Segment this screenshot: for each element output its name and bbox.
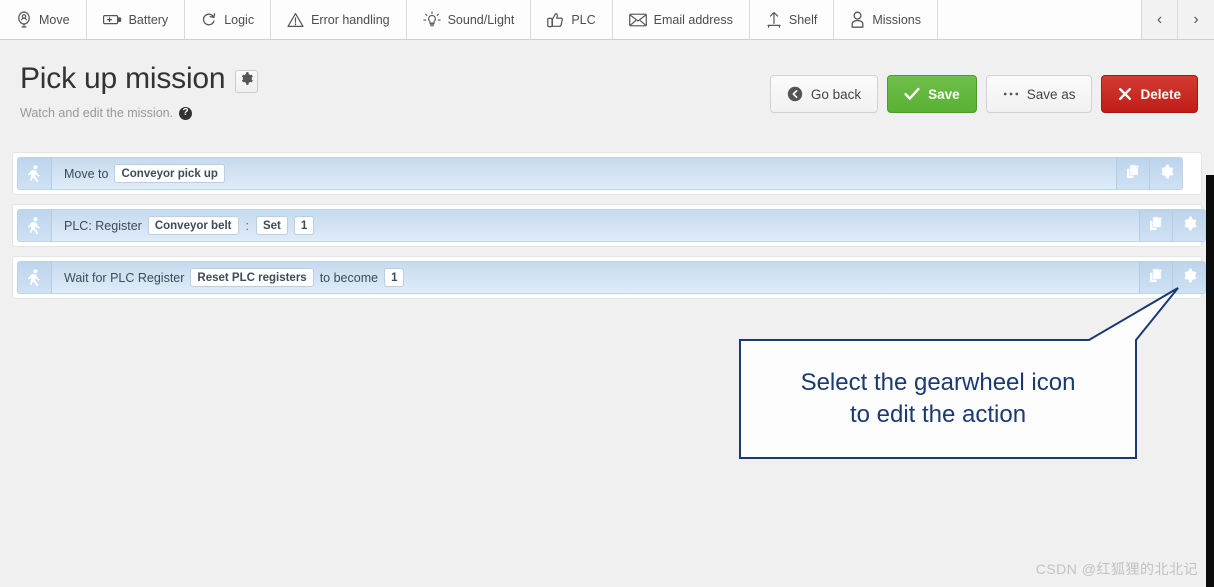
action-row[interactable]: PLC: Register Conveyor belt : Set 1 [17, 209, 1206, 242]
action-param-pill[interactable]: Conveyor pick up [114, 164, 225, 183]
action-item-container: Move to Conveyor pick up [12, 152, 1202, 195]
walking-person-icon [18, 158, 52, 189]
toolbar-item-error-handling[interactable]: Error handling [271, 0, 407, 39]
envelope-icon [628, 13, 647, 27]
back-arrow-icon [787, 86, 803, 102]
toolbar-spacer [937, 0, 1142, 39]
toolbar-item-label: Shelf [788, 12, 818, 27]
toolbar-item-battery[interactable]: Battery [86, 0, 186, 39]
edit-action-gear-button[interactable] [1172, 262, 1205, 293]
gear-icon [1159, 164, 1174, 184]
toolbar-item-label: Error handling [311, 12, 390, 27]
action-tools [1116, 158, 1182, 189]
action-row[interactable]: Wait for PLC Register Reset PLC register… [17, 261, 1206, 294]
gear-icon [1182, 268, 1197, 288]
page-title: Pick up mission [20, 62, 226, 95]
thumbs-up-icon [547, 12, 564, 28]
page-subtitle: Watch and edit the mission. ? [20, 106, 193, 120]
location-pin-person-icon [16, 11, 32, 28]
action-middle-text: to become [319, 270, 379, 285]
gear-icon [240, 72, 254, 90]
toolbar-item-label: PLC [571, 12, 596, 27]
action-tools [1139, 262, 1205, 293]
edit-action-gear-button[interactable] [1149, 158, 1182, 189]
duplicate-action-button[interactable] [1139, 262, 1172, 293]
action-value-pill[interactable]: 1 [384, 268, 405, 287]
title-wrapper: Pick up mission [20, 62, 259, 95]
toolbar-item-label: Battery [128, 12, 169, 27]
toolbar-item-label: Email address [653, 12, 733, 27]
action-row[interactable]: Move to Conveyor pick up [17, 157, 1183, 190]
action-prefix: PLC: Register [64, 218, 142, 233]
delete-button[interactable]: Delete [1101, 75, 1198, 113]
button-label: Go back [810, 86, 862, 102]
checkmark-icon [904, 87, 920, 101]
toolbar-item-missions[interactable]: Missions [834, 0, 938, 39]
action-item-container: PLC: Register Conveyor belt : Set 1 [12, 204, 1206, 247]
question-mark-icon[interactable]: ? [179, 106, 193, 120]
toolbar-item-email-address[interactable]: Email address [612, 0, 750, 39]
toolbar-item-move[interactable]: Move [0, 0, 87, 39]
gear-icon [1182, 216, 1197, 236]
right-scrollbar[interactable] [1206, 175, 1214, 587]
go-back-button[interactable]: Go back [769, 75, 879, 113]
toolbar-item-logic[interactable]: Logic [185, 0, 272, 39]
ellipsis-icon [1003, 91, 1019, 97]
watermark: CSDN @红狐狸的北北记 [1035, 561, 1198, 577]
toolbar-item-label: Move [39, 12, 70, 27]
toolbar-prev-button[interactable]: ‹ [1142, 0, 1178, 39]
callout-line-1: Select the gearwheel icon [800, 368, 1076, 396]
callout-line-2: to edit the action [849, 401, 1027, 428]
loop-arrow-icon [201, 12, 217, 28]
action-item-container: Wait for PLC Register Reset PLC register… [12, 256, 1206, 299]
duplicate-action-button[interactable] [1116, 158, 1149, 189]
edit-action-gear-button[interactable] [1172, 210, 1205, 241]
warning-triangle-icon [287, 12, 304, 28]
duplicate-action-button[interactable] [1139, 210, 1172, 241]
action-value-pill[interactable]: 1 [293, 216, 315, 235]
cross-icon [1118, 87, 1132, 101]
action-prefix: Move to [64, 166, 109, 181]
lightbulb-icon [422, 10, 441, 29]
action-tools [1139, 210, 1205, 241]
subtitle-text: Watch and edit the mission. [20, 106, 174, 120]
save-as-button[interactable]: Save as [985, 75, 1093, 113]
duplicate-icon [1126, 164, 1141, 184]
action-param-pill[interactable]: Conveyor belt [147, 216, 239, 235]
toolbar-item-label: Sound/Light [447, 12, 515, 27]
action-separator: : [245, 218, 249, 233]
toolbar-item-plc[interactable]: PLC [531, 0, 613, 39]
save-button[interactable]: Save [887, 75, 977, 113]
action-description: Wait for PLC Register Reset PLC register… [52, 262, 1139, 293]
upload-shelf-icon [766, 11, 782, 28]
button-label: Delete [1140, 86, 1181, 102]
walking-person-icon [18, 210, 52, 241]
action-prefix: Wait for PLC Register [64, 270, 185, 285]
toolbar-item-label: Logic [224, 12, 255, 27]
button-label: Save [928, 86, 960, 102]
action-param-pill[interactable]: Set [255, 216, 288, 235]
button-label: Save as [1026, 86, 1076, 102]
person-icon [850, 11, 865, 28]
mission-settings-button[interactable] [235, 69, 259, 93]
battery-icon [102, 13, 122, 26]
mission-editor-page: Move Battery Logic Error handling Sound/… [0, 0, 1214, 587]
action-param-pill[interactable]: Reset PLC registers [190, 268, 314, 287]
toolbar-item-label: Missions [872, 12, 921, 27]
callout-text: Select the gearwheel icon to edit the ac… [741, 341, 1135, 457]
action-description: PLC: Register Conveyor belt : Set 1 [52, 210, 1139, 241]
action-category-toolbar: Move Battery Logic Error handling Sound/… [0, 0, 1214, 40]
action-list: Move to Conveyor pick up PLC: Register C… [12, 152, 1206, 308]
page-header: Pick up mission Watch and edit the missi… [0, 40, 1214, 140]
walking-person-icon [18, 262, 52, 293]
action-description: Move to Conveyor pick up [52, 158, 1116, 189]
header-action-buttons: Go back Save Save as Delete [769, 75, 1198, 113]
toolbar-item-sound-light[interactable]: Sound/Light [406, 0, 532, 39]
duplicate-icon [1149, 216, 1164, 236]
toolbar-item-shelf[interactable]: Shelf [749, 0, 835, 39]
toolbar-next-button[interactable]: › [1178, 0, 1214, 39]
duplicate-icon [1149, 268, 1164, 288]
